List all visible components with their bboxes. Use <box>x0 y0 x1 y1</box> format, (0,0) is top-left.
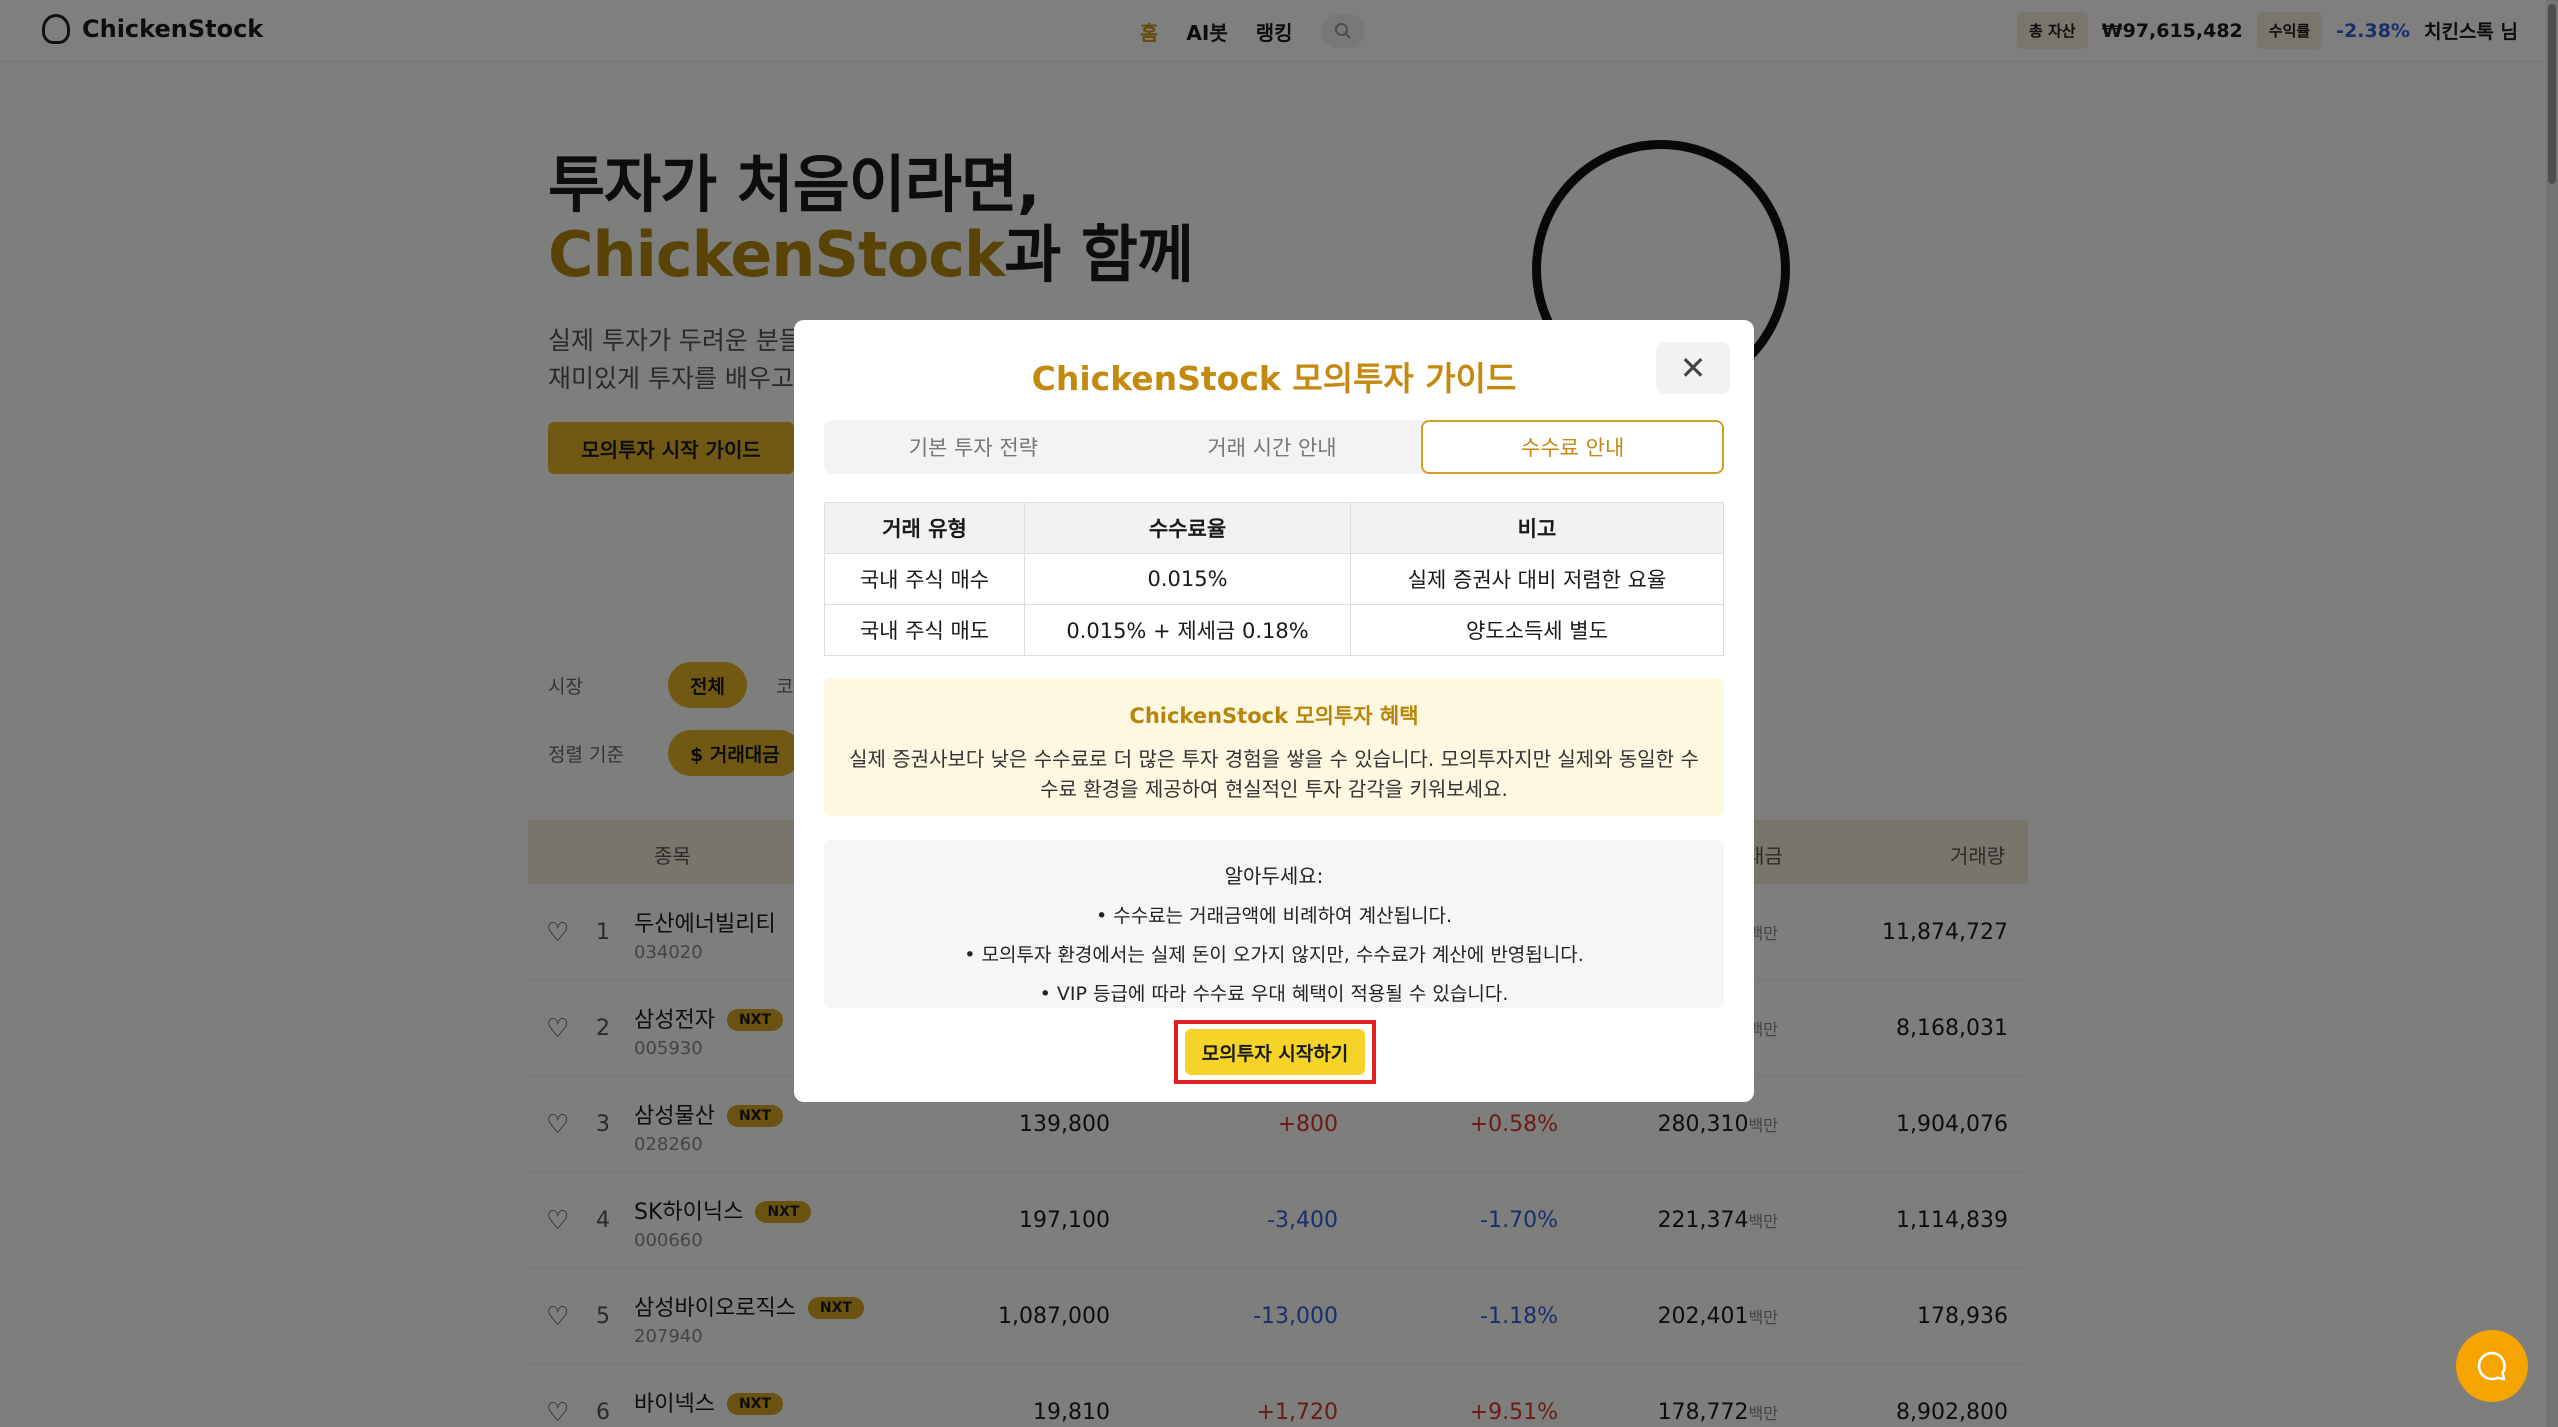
fee-cell: 0.015% + 제세금 0.18% <box>1024 604 1351 656</box>
close-button[interactable]: ✕ <box>1656 342 1730 394</box>
start-mock-trading-button[interactable]: 모의투자 시작하기 <box>1185 1029 1365 1075</box>
fee-cell: 양도소득세 별도 <box>1350 604 1724 656</box>
start-button-highlight: 모의투자 시작하기 <box>1174 1020 1376 1084</box>
fee-table: 거래 유형 수수료율 비고 국내 주식 매수 0.015% 실제 증권사 대비 … <box>824 502 1724 656</box>
guide-modal: ChickenStock 모의투자 가이드 ✕ 기본 투자 전략 거래 시간 안… <box>794 320 1754 1102</box>
notice-list: • 수수료는 거래금액에 비례하여 계산됩니다. • 모의투자 환경에서는 실제… <box>824 901 1724 1006</box>
notice-item: • VIP 등급에 따라 수수료 우대 혜택이 적용될 수 있습니다. <box>1039 983 1509 1005</box>
fee-cell: 0.015% <box>1024 553 1351 605</box>
fee-row-sell: 국내 주식 매도 0.015% + 제세금 0.18% 양도소득세 별도 <box>824 604 1724 656</box>
benefit-text: 실제 증권사보다 낮은 수수료로 더 많은 투자 경험을 쌓을 수 있습니다. … <box>849 747 1699 801</box>
modal-tabs: 기본 투자 전략 거래 시간 안내 수수료 안내 <box>824 420 1725 474</box>
benefit-box: ChickenStock 모의투자 혜택 실제 증권사보다 낮은 수수료로 더 … <box>824 678 1724 816</box>
close-icon: ✕ <box>1679 349 1707 387</box>
tab-fee-guide[interactable]: 수수료 안내 <box>1421 420 1725 474</box>
fee-cell: 국내 주식 매도 <box>824 604 1025 656</box>
notice-item: • 수수료는 거래금액에 비례하여 계산됩니다. <box>1095 905 1453 927</box>
modal-title: ChickenStock 모의투자 가이드 <box>1031 359 1517 398</box>
notice-box: 알아두세요: • 수수료는 거래금액에 비례하여 계산됩니다. • 모의투자 환… <box>824 840 1724 1008</box>
fee-header-rate: 수수료율 <box>1024 502 1351 554</box>
benefit-title: ChickenStock 모의투자 혜택 <box>1129 704 1419 728</box>
fee-cell: 실제 증권사 대비 저렴한 요율 <box>1350 553 1724 605</box>
tab-trading-hours[interactable]: 거래 시간 안내 <box>1123 420 1422 474</box>
fee-cell: 국내 주식 매수 <box>824 553 1025 605</box>
chat-bubble-icon <box>2477 1351 2506 1381</box>
fee-header-note: 비고 <box>1350 502 1724 554</box>
tab-basic-strategy[interactable]: 기본 투자 전략 <box>824 420 1123 474</box>
fee-row-buy: 국내 주식 매수 0.015% 실제 증권사 대비 저렴한 요율 <box>824 553 1724 605</box>
fee-header-type: 거래 유형 <box>824 502 1025 554</box>
notice-item: • 모의투자 환경에서는 실제 돈이 오가지 않지만, 수수료가 계산에 반영됩… <box>964 944 1584 966</box>
chat-button[interactable] <box>2456 1330 2528 1402</box>
notice-title: 알아두세요: <box>1224 864 1324 888</box>
